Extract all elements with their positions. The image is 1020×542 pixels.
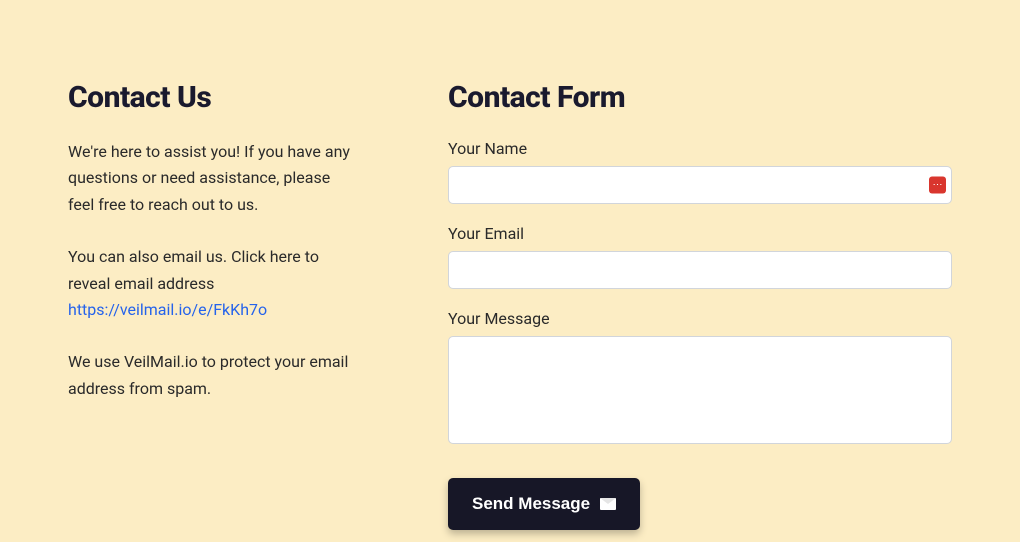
veilmail-link[interactable]: https://veilmail.io/e/FkKh7o [68, 300, 267, 319]
message-field-group: Your Message [448, 309, 952, 448]
send-button-label: Send Message [472, 494, 590, 514]
email-paragraph-text: You can also email us. Click here to rev… [68, 247, 319, 292]
veilmail-note: We use VeilMail.io to protect your email… [68, 349, 358, 402]
email-input[interactable] [448, 251, 952, 289]
envelope-icon [600, 498, 616, 510]
contact-form-column: Contact Form Your Name ⋯ Your Email Your… [448, 80, 952, 530]
contact-form-heading: Contact Form [448, 80, 952, 115]
name-field-group: Your Name ⋯ [448, 139, 952, 204]
contact-info-column: Contact Us We're here to assist you! If … [68, 80, 358, 530]
input-extension-icon[interactable]: ⋯ [929, 177, 946, 194]
email-field-group: Your Email [448, 224, 952, 289]
intro-paragraph: We're here to assist you! If you have an… [68, 139, 358, 218]
email-paragraph: You can also email us. Click here to rev… [68, 244, 358, 323]
message-label: Your Message [448, 309, 952, 328]
email-label: Your Email [448, 224, 952, 243]
contact-us-heading: Contact Us [68, 80, 358, 115]
name-input[interactable] [448, 166, 952, 204]
message-textarea[interactable] [448, 336, 952, 444]
send-message-button[interactable]: Send Message [448, 478, 640, 530]
name-label: Your Name [448, 139, 952, 158]
